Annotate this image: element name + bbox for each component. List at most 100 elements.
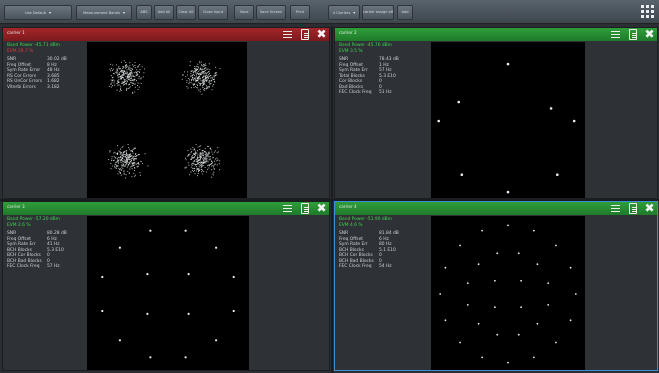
toolbar-button-measurement-bands[interactable]: Measurement Bands ▾	[76, 5, 132, 20]
constellation-symbol	[121, 169, 123, 171]
constellation-symbol	[198, 157, 200, 159]
constellation-symbol	[191, 70, 193, 73]
toolbar-button-add[interactable]: Add	[397, 5, 413, 20]
toolbar-button-abs[interactable]: ABS	[136, 5, 152, 20]
toolbar-button-print[interactable]: Print	[290, 5, 310, 20]
constellation-symbol	[128, 146, 130, 149]
toolbar-button-save-screen[interactable]: Save Screen	[256, 5, 286, 20]
analyzer-panel-1[interactable]: carrier 1 ✖ Band Power -45.71 dBm EVM 28.7 …	[2, 27, 330, 199]
constellation-symbol	[126, 153, 128, 155]
constellation-symbol	[213, 151, 215, 153]
toolbar-button-clear-all[interactable]: Clear All	[176, 5, 196, 20]
constellation-symbol	[129, 86, 131, 88]
close-icon[interactable]: ✖	[644, 28, 655, 40]
analyzer-panel-3[interactable]: carrier 3 ✖ Band Power -57.20 dBm EVM 2.6 %…	[2, 201, 330, 371]
constellation-symbol	[192, 83, 194, 85]
settings-lines-icon[interactable]	[610, 29, 621, 40]
readout-value: 54 Hz	[379, 264, 392, 269]
constellation-symbol	[205, 88, 207, 90]
constellation-symbol	[211, 165, 213, 167]
close-icon[interactable]: ✖	[316, 202, 327, 214]
constellation-symbol	[190, 80, 193, 82]
grid-menu-icon[interactable]	[641, 5, 655, 19]
constellation-symbol	[124, 80, 126, 82]
constellation-symbol	[206, 72, 208, 74]
constellation-symbol	[198, 82, 201, 84]
constellation-symbol	[194, 68, 196, 70]
constellation-symbol	[146, 312, 149, 315]
toolbar-button-save[interactable]: Save	[234, 5, 254, 20]
readout-row: FEC Clock Freq 54 Hz	[339, 264, 419, 270]
close-icon[interactable]: ✖	[316, 28, 327, 40]
constellation-symbol	[130, 80, 132, 82]
constellation-symbol	[199, 145, 201, 147]
constellation-symbol	[211, 161, 214, 163]
constellation-symbol	[202, 169, 204, 171]
analyzer-panel-2[interactable]: carrier 2 ✖ Band Power -45.76 dBm EVM 3.5 %…	[334, 27, 658, 199]
readout-row: FEC Clock Freq 51 Hz	[339, 90, 419, 96]
document-icon[interactable]	[301, 203, 309, 214]
constellation-symbol	[193, 86, 195, 89]
constellation-symbol	[547, 282, 550, 284]
horizontal-splitter[interactable]	[0, 199, 659, 201]
toolbar-button-add-all[interactable]: Add All	[154, 5, 174, 20]
toolbar-button-4-carriers[interactable]: 4 Carriers ▾	[328, 5, 360, 20]
constellation-symbol	[127, 79, 130, 81]
toolbar-button-close-input[interactable]: Close Input	[198, 5, 228, 20]
constellation-symbol	[127, 156, 129, 158]
constellation-symbol	[118, 84, 120, 86]
constellation-symbol	[190, 148, 192, 150]
constellation-symbol	[119, 148, 122, 150]
constellation-symbol	[114, 162, 116, 164]
constellation-symbol	[212, 165, 214, 167]
constellation-symbol	[128, 148, 130, 150]
constellation-symbol	[120, 158, 123, 160]
toolbar-button-use-default[interactable]: Use Default ▾	[4, 5, 72, 20]
constellation-symbol	[110, 79, 112, 81]
constellation-symbol	[125, 72, 127, 74]
analyzer-panel-4[interactable]: carrier 4 ✖ Band Power -51.90 dBm EVM 4.6 %…	[334, 201, 658, 371]
constellation-symbol	[123, 67, 125, 69]
constellation-symbol	[123, 151, 125, 153]
constellation-symbol	[182, 73, 184, 76]
constellation-symbol	[110, 75, 112, 77]
constellation-symbol	[131, 165, 133, 167]
constellation-symbol	[110, 83, 112, 86]
constellation-symbol	[193, 161, 195, 163]
constellation-symbol	[128, 159, 131, 161]
constellation-symbol	[201, 164, 203, 166]
document-icon[interactable]	[629, 29, 637, 40]
toolbar-button-carrier-assign-off[interactable]: carrier assign off	[362, 5, 394, 20]
constellation-symbol	[213, 84, 215, 86]
document-icon[interactable]	[301, 29, 309, 40]
measurement-readout: Band Power -57.20 dBm EVM 2.6 % SNR 80.28 d…	[7, 217, 87, 270]
constellation-symbol	[122, 152, 124, 154]
constellation-symbol	[117, 157, 119, 159]
constellation-symbol	[137, 74, 139, 76]
constellation-symbol	[213, 76, 216, 78]
close-icon[interactable]: ✖	[644, 202, 655, 214]
constellation-symbol	[213, 171, 215, 173]
constellation-symbol	[125, 61, 127, 63]
document-icon[interactable]	[629, 203, 637, 214]
constellation-symbol	[128, 162, 130, 164]
constellation-symbol	[192, 155, 194, 157]
constellation-symbol	[134, 161, 136, 163]
constellation-symbol	[137, 82, 139, 84]
constellation-symbol	[122, 162, 124, 164]
settings-lines-icon[interactable]	[282, 29, 293, 40]
constellation-symbol	[208, 159, 210, 161]
settings-lines-icon[interactable]	[282, 203, 293, 214]
constellation-symbol	[204, 154, 206, 156]
constellation-symbol	[122, 158, 124, 160]
constellation-symbol	[187, 87, 189, 89]
constellation-symbol	[195, 159, 197, 161]
chevron-down-icon: ▾	[48, 10, 51, 15]
constellation-symbol	[190, 171, 192, 173]
constellation-symbol	[199, 161, 201, 163]
constellation-symbol	[113, 79, 115, 81]
constellation-symbol	[133, 159, 136, 161]
constellation-symbol	[194, 78, 196, 80]
constellation-symbol	[198, 166, 200, 168]
settings-lines-icon[interactable]	[610, 203, 621, 214]
